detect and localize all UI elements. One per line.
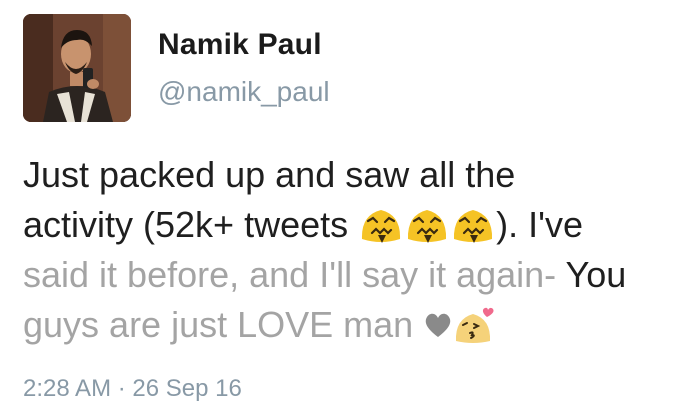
avatar[interactable] (23, 14, 131, 122)
tweet-line-4: guys are just LOVE man (23, 300, 683, 350)
tweet-line-2-end: ). I've (496, 204, 584, 245)
author-name[interactable]: Namik Paul (158, 28, 322, 62)
tweet-text: Just packed up and saw all the activity … (23, 150, 683, 350)
tweet-line-4-text: guys are just LOVE man (23, 304, 414, 345)
tweet-line-2: activity (52k+ tweets ). I've (23, 200, 683, 250)
confounded-face-icon (404, 205, 450, 245)
tweet-line-1: Just packed up and saw all the (23, 154, 516, 195)
tweet-line-3-dark: You (565, 254, 627, 295)
heart-icon (423, 302, 453, 337)
tweet-card: Namik Paul @namik_paul Just packed up an… (0, 0, 683, 414)
tweet-line-2-start: activity (52k+ tweets (23, 204, 359, 245)
tweet-timestamp[interactable]: 2:28 AM · 26 Sep 16 (23, 375, 242, 403)
tweet-line-3: said it before, and I'll say it again- Y… (23, 250, 683, 300)
confounded-face-icon (358, 205, 404, 245)
tweet-line-3-faded: said it before, and I'll say it again- (23, 254, 566, 295)
author-handle[interactable]: @namik_paul (158, 76, 330, 108)
confounded-face-icon (450, 205, 496, 245)
kissing-face-icon (453, 305, 497, 345)
